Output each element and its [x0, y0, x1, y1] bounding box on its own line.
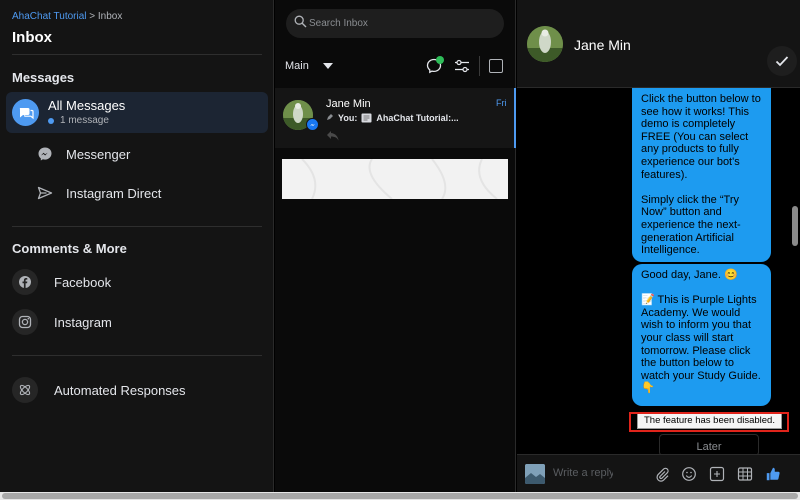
sidebar-item-label: Messenger	[66, 146, 131, 162]
inbox-sidebar: AhaChat Tutorial > Inbox Inbox Messages …	[0, 0, 274, 492]
chat-scrollbar[interactable]	[792, 206, 798, 246]
preview-text: AhaChat Tutorial:...	[376, 113, 459, 123]
sidebar-item-label: All Messages	[48, 98, 126, 113]
attach-button[interactable]	[654, 466, 670, 482]
message-bubble: Click the button below to see how it wor…	[632, 88, 771, 262]
sidebar-item-label: Facebook	[54, 274, 112, 290]
select-all-checkbox[interactable]	[489, 59, 503, 73]
paperclip-icon	[656, 467, 669, 482]
thumbs-up-icon	[766, 467, 780, 481]
sliders-icon	[455, 59, 469, 73]
conversation-preview: You: AhaChat Tutorial:...	[326, 113, 459, 123]
conversation-name: Jane Min	[326, 98, 371, 110]
highlight-annotation	[629, 412, 789, 432]
smiley-icon	[682, 467, 696, 481]
gif-button[interactable]	[709, 466, 725, 482]
unread-count-text: 1 message	[60, 115, 109, 126]
sidebar-item-instagram-direct[interactable]: Instagram Direct	[36, 184, 161, 202]
online-status-dot	[436, 56, 444, 64]
sidebar-divider	[12, 355, 262, 356]
sidebar-item-instagram[interactable]: Instagram	[12, 309, 112, 335]
sidebar-divider	[12, 226, 262, 227]
like-button[interactable]	[765, 466, 781, 482]
message-bubble: Good day, Jane. 😊 📝 This is Purple Light…	[632, 264, 771, 406]
sidebar-item-label: Instagram	[54, 314, 112, 330]
caret-down-icon	[322, 63, 333, 69]
reply-icon	[326, 129, 340, 147]
search-input[interactable]	[309, 18, 489, 29]
breadcrumb-link-ahachat-tutorial[interactable]: AhaChat Tutorial	[12, 11, 87, 22]
page-title: Inbox	[12, 29, 52, 46]
message-text: Simply click the “Try Now” button and ex…	[641, 193, 741, 257]
filter-value: Main	[285, 60, 309, 72]
reply-input[interactable]	[553, 467, 613, 479]
conversation-date: Fri	[496, 98, 507, 108]
mark-done-button[interactable]	[767, 46, 797, 76]
instagram-icon	[12, 309, 38, 335]
sidebar-item-label: Instagram Direct	[66, 185, 162, 201]
message-text: Good day, Jane. 😊	[641, 269, 738, 281]
pencil-icon	[326, 113, 334, 123]
sidebar-item-all-messages[interactable]: All Messages 1 message	[6, 92, 268, 133]
filter-settings-button[interactable]	[453, 57, 471, 75]
conversation-list-panel: Main Jane Min Fri	[275, 0, 516, 492]
messenger-badge-icon	[306, 118, 319, 131]
emoji-button[interactable]	[681, 466, 697, 482]
grid-template-icon	[737, 467, 753, 481]
toolbar-divider	[479, 56, 480, 76]
chat-bubbles-icon	[12, 99, 39, 126]
section-heading-messages: Messages	[12, 70, 75, 85]
search-icon	[294, 15, 307, 33]
scrollbar-thumb[interactable]	[2, 493, 798, 499]
chat-header: Jane Min	[517, 0, 800, 88]
new-message-button[interactable]	[425, 56, 444, 75]
breadcrumb-current: Inbox	[97, 11, 123, 22]
loading-placeholder	[282, 158, 508, 200]
attachment-thumbnail[interactable]	[525, 464, 545, 484]
horizontal-scrollbar[interactable]	[0, 492, 800, 500]
message-text: Click the button below to see how it wor…	[641, 93, 761, 181]
preview-sender: You:	[338, 113, 358, 123]
facebook-icon	[12, 269, 38, 295]
template-button[interactable]	[737, 466, 753, 482]
messenger-icon	[36, 145, 54, 163]
send-icon	[36, 184, 54, 202]
checkmark-icon	[775, 56, 789, 67]
breadcrumb-separator: >	[89, 11, 96, 22]
search-box[interactable]	[286, 9, 504, 38]
section-heading-comments: Comments & More	[12, 241, 127, 256]
later-button[interactable]: Later	[659, 434, 759, 454]
template-card-icon	[361, 113, 372, 123]
sidebar-item-facebook[interactable]: Facebook	[12, 269, 111, 295]
reply-composer	[517, 454, 800, 492]
message-thread: Click the button below to see how it wor…	[517, 88, 800, 454]
automation-icon	[12, 377, 38, 403]
contact-avatar[interactable]	[527, 26, 563, 62]
inbox-filter-dropdown[interactable]: Main	[285, 60, 333, 72]
sidebar-item-automated-responses[interactable]: Automated Responses	[12, 377, 186, 403]
contact-name[interactable]: Jane Min	[574, 37, 631, 53]
sidebar-divider	[12, 54, 262, 55]
conversation-list-item[interactable]: Jane Min Fri You: AhaChat Tutorial:...	[275, 88, 516, 148]
sidebar-item-label: Automated Responses	[54, 382, 186, 398]
breadcrumb: AhaChat Tutorial > Inbox	[12, 11, 122, 22]
gif-icon	[709, 466, 725, 482]
message-text: 📝 This is Purple Lights Academy. We woul…	[641, 294, 761, 395]
chat-pane: Jane Min Click the button below to see h…	[517, 0, 800, 492]
unread-count: 1 message	[48, 115, 109, 126]
unread-dot-icon	[48, 117, 54, 124]
sidebar-item-messenger[interactable]: Messenger	[36, 145, 130, 163]
